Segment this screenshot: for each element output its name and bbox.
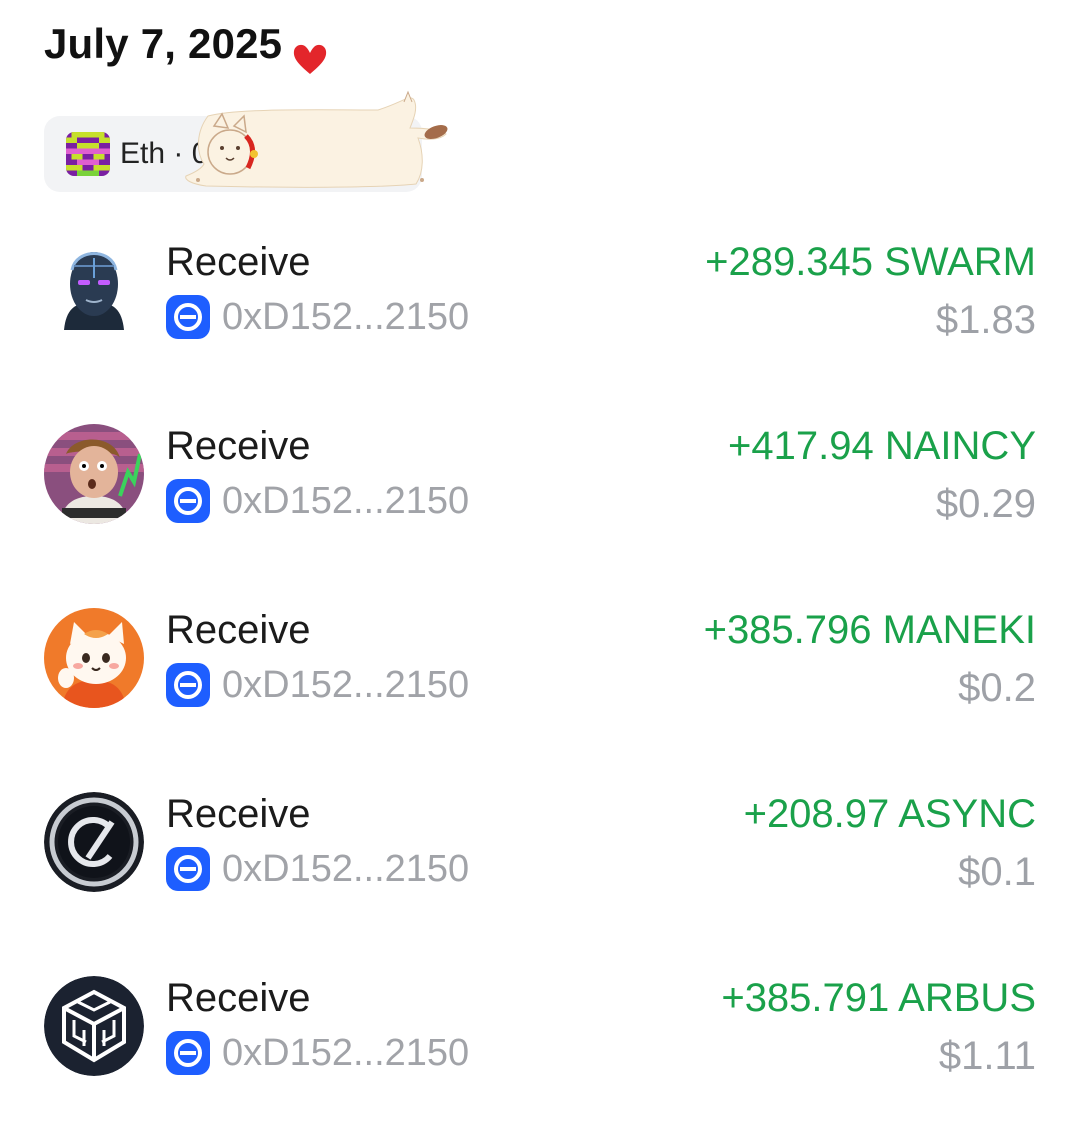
maneki-icon	[44, 608, 144, 708]
cat-sticker-icon	[185, 90, 448, 188]
counterparty-address: 0xD152...2150	[166, 295, 469, 339]
counterparty-address: 0xD152...2150	[166, 1031, 469, 1075]
counterparty-address: 0xD152...2150	[166, 479, 469, 523]
transaction-type: Receive	[166, 792, 311, 836]
transaction-row[interactable]: Receive 0xD152...2150 +289.345 SWARM $1.…	[0, 240, 1076, 380]
address-text: 0xD152...2150	[222, 480, 470, 522]
usd-value: $1.11	[938, 1034, 1036, 1078]
arbus-icon	[44, 976, 144, 1076]
transaction-row[interactable]: Receive 0xD152...2150 +385.791 ARBUS $1.…	[0, 976, 1076, 1116]
transaction-type: Receive	[166, 424, 311, 468]
wallet-avatar-icon	[66, 132, 110, 176]
transaction-row[interactable]: Receive 0xD152...2150 +417.94 NAINCY $0.…	[0, 424, 1076, 564]
address-badge-icon	[166, 295, 210, 339]
counterparty-address: 0xD152...2150	[166, 847, 469, 891]
transaction-type: Receive	[166, 976, 311, 1020]
usd-value: $1.83	[935, 298, 1036, 342]
transaction-row[interactable]: Receive 0xD152...2150 +385.796 MANEKI $0…	[0, 608, 1076, 748]
address-badge-icon	[166, 847, 210, 891]
transaction-history-page: July 7, 2025 Eth · 0 Receive 0xD152...21…	[0, 0, 1076, 1124]
token-amount: +208.97 ASYNC	[743, 792, 1036, 836]
transaction-type: Receive	[166, 240, 311, 284]
usd-value: $0.2	[958, 666, 1036, 710]
naincy-icon	[44, 424, 144, 524]
address-badge-icon	[166, 663, 210, 707]
token-amount: +385.791 ARBUS	[721, 976, 1036, 1020]
token-amount: +385.796 MANEKI	[703, 608, 1036, 652]
counterparty-address: 0xD152...2150	[166, 663, 469, 707]
date-header: July 7, 2025	[44, 18, 328, 76]
address-badge-icon	[166, 1031, 210, 1075]
token-amount: +417.94 NAINCY	[728, 424, 1036, 468]
usd-value: $0.1	[958, 850, 1036, 894]
address-text: 0xD152...2150	[222, 1032, 470, 1074]
date-label: July 7, 2025	[44, 20, 283, 67]
token-amount: +289.345 SWARM	[705, 240, 1036, 284]
usd-value: $0.29	[935, 482, 1036, 526]
transaction-type: Receive	[166, 608, 311, 652]
async-icon	[44, 792, 144, 892]
address-badge-icon	[166, 479, 210, 523]
transaction-row[interactable]: Receive 0xD152...2150 +208.97 ASYNC $0.1	[0, 792, 1076, 932]
swarm-icon	[44, 240, 144, 340]
address-text: 0xD152...2150	[222, 664, 470, 706]
address-text: 0xD152...2150	[222, 848, 470, 890]
address-text: 0xD152...2150	[222, 296, 470, 338]
heart-icon	[294, 44, 327, 74]
